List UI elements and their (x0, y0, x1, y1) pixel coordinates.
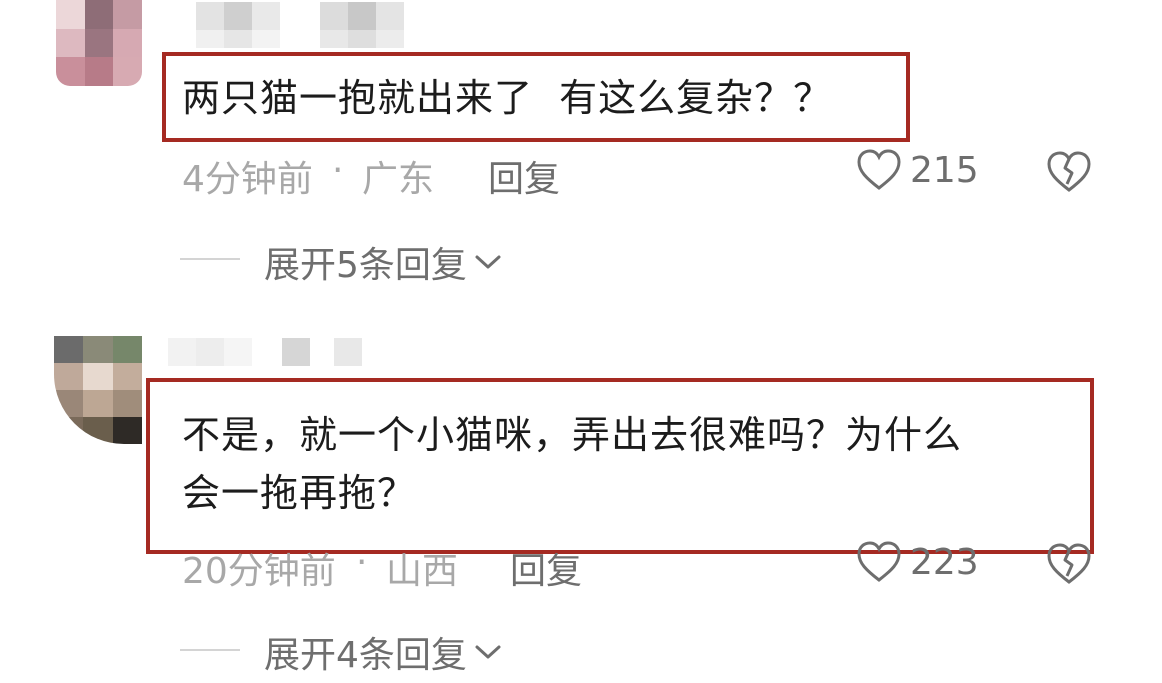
comment-text: 不是，就一个小猫咪，弄出去很难吗？为什么 会一拖再拖？ (182, 413, 963, 515)
dislike-broken-heart-icon[interactable] (1046, 150, 1092, 198)
chevron-down-icon (473, 251, 503, 273)
heart-icon (856, 540, 902, 584)
username-blurred[interactable] (196, 2, 404, 30)
comment-location: 广东 (362, 159, 435, 200)
username-blurred[interactable] (168, 338, 362, 366)
expand-replies-button[interactable]: 展开4条回复 (264, 626, 503, 678)
like-button[interactable]: 215 (856, 148, 979, 192)
comment-item: 不是，就一个小猫咪，弄出去很难吗？为什么 会一拖再拖？ 20分钟前 · 山西 回… (0, 336, 1162, 683)
comment-text: 两只猫一抱就出来了 有这么复杂？？ (182, 76, 833, 120)
expand-replies-label: 展开4条回复 (264, 635, 467, 676)
divider (180, 649, 240, 651)
expand-replies-label: 展开5条回复 (264, 245, 467, 286)
comment-location: 山西 (386, 551, 459, 592)
like-button[interactable]: 223 (856, 540, 979, 584)
meta-separator: · (332, 150, 344, 191)
reply-button[interactable]: 回复 (510, 542, 582, 594)
comment-time: 20分钟前 (182, 551, 336, 592)
heart-icon (856, 148, 902, 192)
like-count: 215 (910, 149, 979, 191)
like-count: 223 (910, 541, 979, 583)
comment-item: 两只猫一抱就出来了 有这么复杂？？ 4分钟前 · 广东 回复 215 展开5条回… (0, 0, 1162, 300)
comment-time: 4分钟前 (182, 159, 313, 200)
dislike-broken-heart-icon[interactable] (1046, 542, 1092, 590)
chevron-down-icon (473, 641, 503, 663)
meta-separator: · (356, 542, 368, 583)
divider (180, 258, 240, 260)
avatar[interactable] (56, 0, 142, 86)
expand-replies-button[interactable]: 展开5条回复 (264, 236, 503, 288)
username-blurred-lower (196, 30, 404, 48)
reply-button[interactable]: 回复 (488, 150, 560, 202)
avatar[interactable] (54, 336, 142, 444)
